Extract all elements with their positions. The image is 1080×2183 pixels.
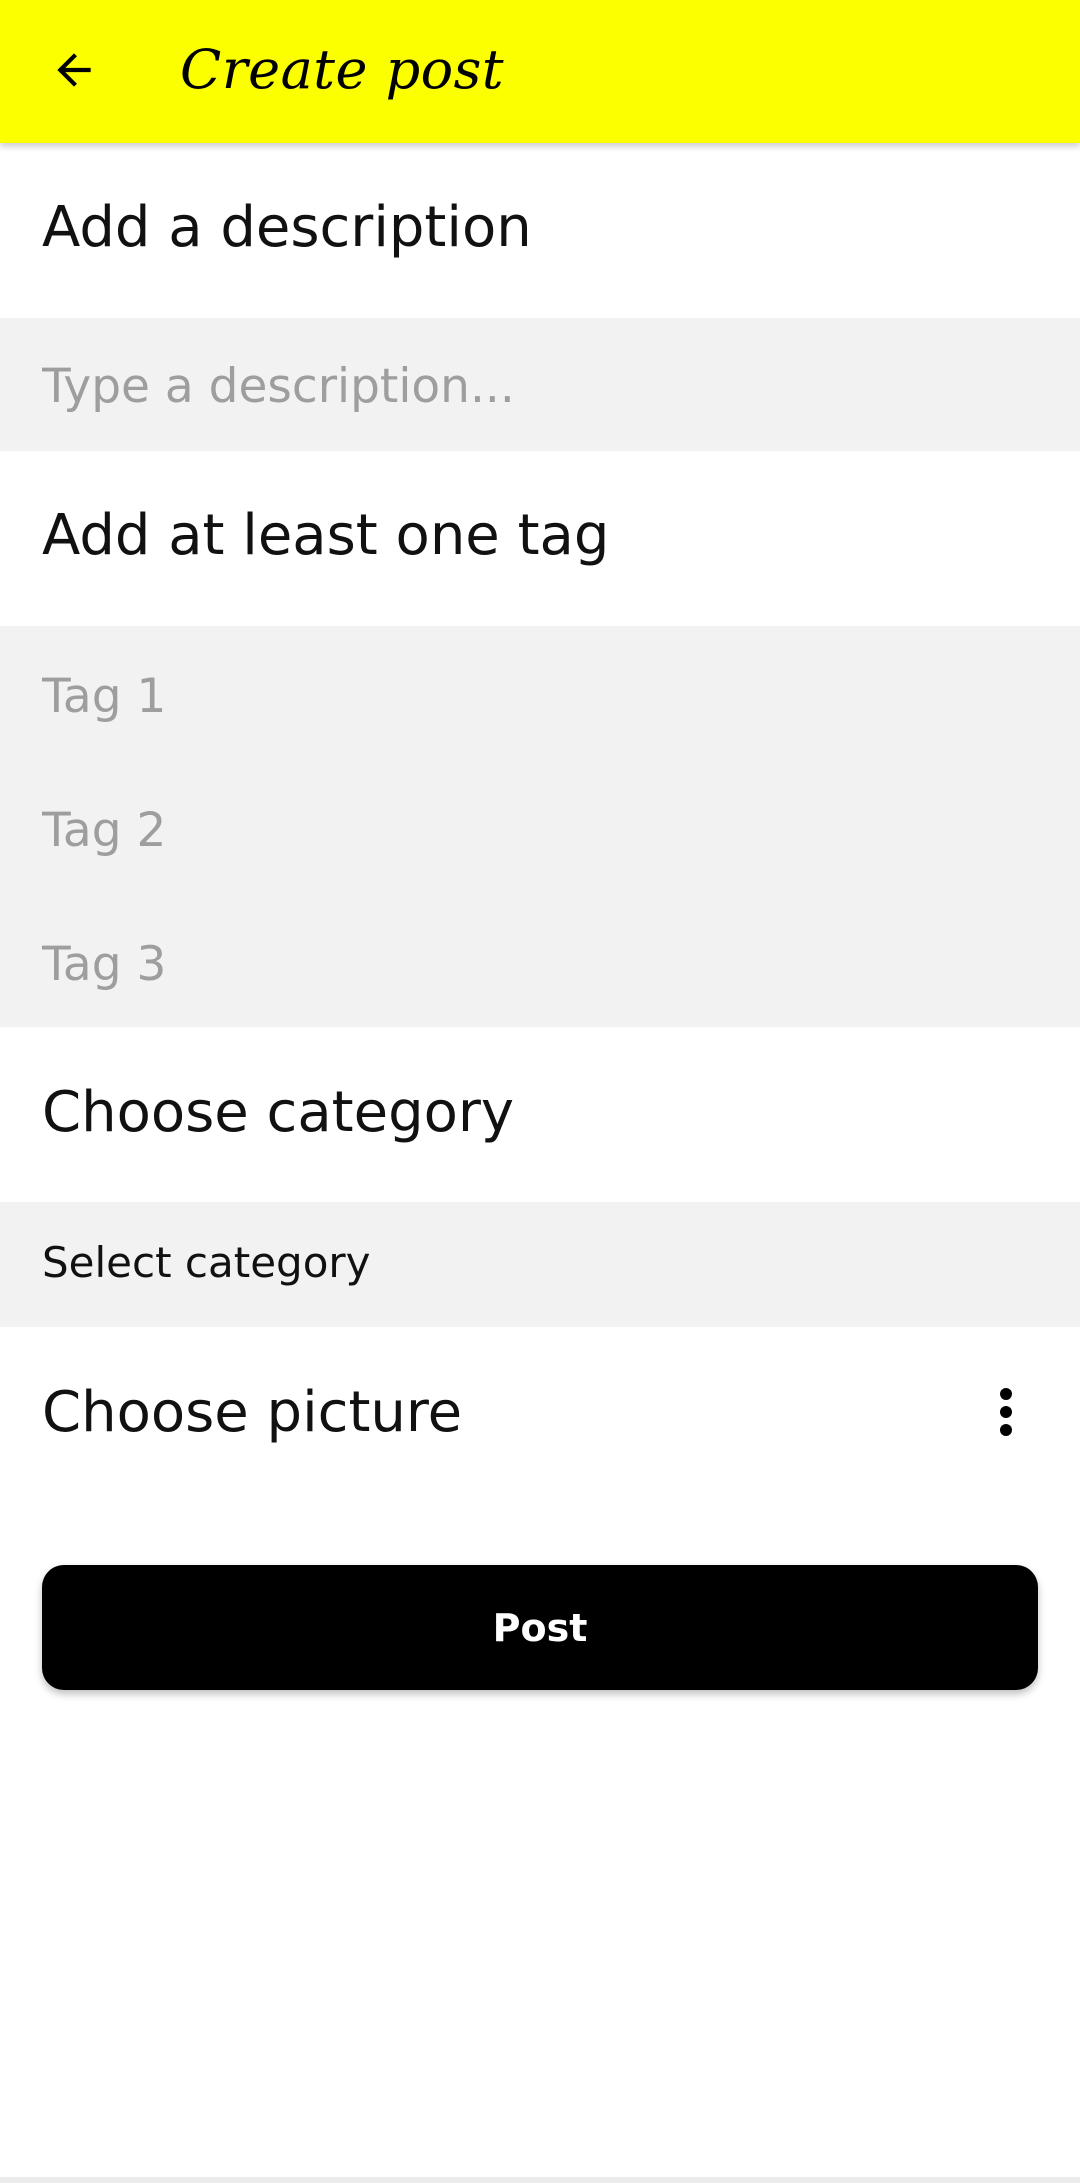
description-input[interactable] (42, 356, 1042, 416)
page-title: Create post (180, 38, 505, 101)
description-field-container (0, 318, 1080, 451)
description-heading: Add a description (42, 195, 532, 260)
bottom-divider (0, 2177, 1080, 2183)
tag-2-input[interactable] (42, 800, 1042, 860)
post-button[interactable]: Post (42, 1565, 1038, 1690)
app-bar: Create post (0, 0, 1080, 143)
arrow-left-icon (49, 45, 99, 99)
tag-3-input[interactable] (42, 934, 1042, 994)
tag-1-input[interactable] (42, 666, 1042, 726)
category-heading: Choose category (42, 1080, 515, 1145)
tags-heading: Add at least one tag (42, 503, 610, 568)
picture-menu-button[interactable] (970, 1378, 1042, 1450)
category-select-value: Select category (42, 1238, 371, 1287)
more-vertical-icon (999, 1387, 1013, 1441)
category-select[interactable]: Select category (0, 1202, 1080, 1327)
picture-heading: Choose picture (42, 1380, 463, 1445)
back-button[interactable] (38, 36, 110, 108)
tags-field-container (0, 626, 1080, 1027)
